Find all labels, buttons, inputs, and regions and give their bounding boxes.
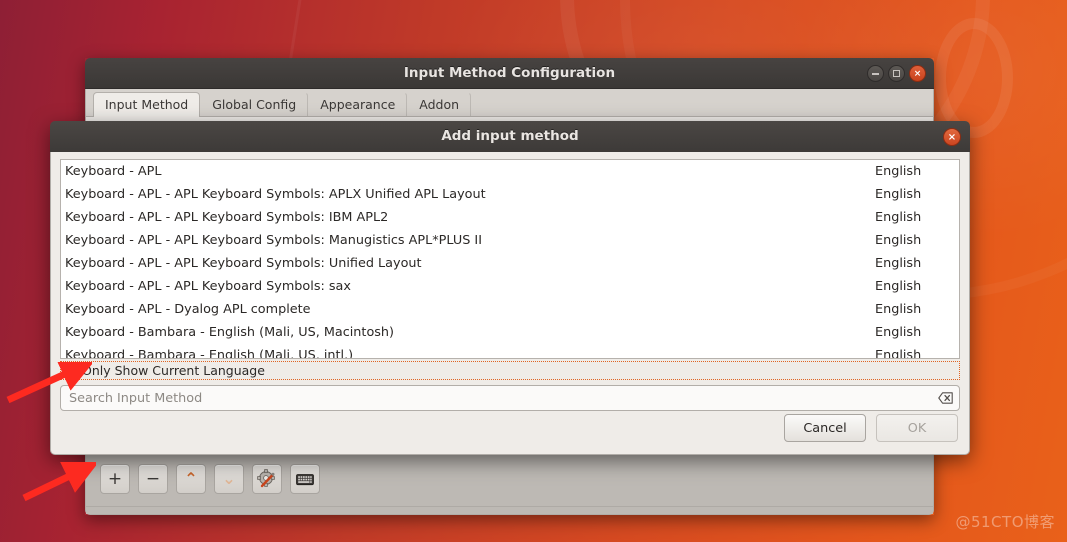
minimize-icon[interactable]	[867, 65, 884, 82]
chevron-down-icon: ⌄	[222, 469, 236, 488]
desktop-wallpaper: Input Method Configuration × Input Metho…	[0, 0, 1067, 542]
tab-appearance[interactable]: Appearance	[308, 92, 408, 116]
list-item[interactable]: Keyboard - APL English	[61, 160, 959, 183]
list-item-language: English	[875, 210, 922, 225]
add-input-method-button[interactable]: +	[100, 464, 130, 494]
cancel-button[interactable]: Cancel	[784, 414, 866, 442]
maximize-icon[interactable]	[888, 65, 905, 82]
list-item-name: Keyboard - APL	[65, 164, 162, 179]
dialog-title: Add input method	[441, 128, 579, 144]
wallpaper-swoosh	[935, 18, 1013, 138]
search-input[interactable]	[69, 390, 935, 406]
list-item-name: Keyboard - Bambara - English (Mali, US, …	[65, 348, 354, 359]
list-item-name: Keyboard - APL - APL Keyboard Symbols: s…	[65, 279, 351, 294]
only-show-current-language-label: Only Show Current Language	[82, 363, 265, 378]
chevron-up-icon: ⌃	[184, 469, 198, 488]
watermark: @51CTO博客	[955, 513, 1055, 531]
dialog-button-row: Cancel OK	[784, 414, 958, 442]
tab-addon[interactable]: Addon	[407, 92, 472, 116]
list-item[interactable]: Keyboard - Bambara - English (Mali, US, …	[61, 344, 959, 359]
list-item-language: English	[875, 187, 922, 202]
window-controls: ×	[867, 65, 926, 82]
list-item[interactable]: Keyboard - APL - APL Keyboard Symbols: M…	[61, 229, 959, 252]
tab-global-config[interactable]: Global Config	[200, 92, 309, 116]
keyboard-layout-button[interactable]	[290, 464, 320, 494]
tab-bar: Input Method Global Config Appearance Ad…	[86, 89, 933, 117]
list-item[interactable]: Keyboard - APL - APL Keyboard Symbols: U…	[61, 252, 959, 275]
list-item-language: English	[875, 233, 922, 248]
main-window-title: Input Method Configuration	[403, 65, 616, 81]
minus-icon: −	[145, 468, 161, 489]
keyboard-icon	[296, 473, 314, 485]
list-item[interactable]: Keyboard - APL - Dyalog APL complete Eng…	[61, 298, 959, 321]
list-item-language: English	[875, 325, 922, 340]
backspace-glyph	[937, 392, 953, 404]
remove-input-method-button[interactable]: −	[138, 464, 168, 494]
dialog-body: Keyboard - APL English Keyboard - APL - …	[50, 152, 970, 455]
list-item-name: Keyboard - APL - APL Keyboard Symbols: A…	[65, 187, 486, 202]
dialog-titlebar[interactable]: Add input method ×	[50, 121, 970, 152]
list-item-name: Keyboard - APL - Dyalog APL complete	[65, 302, 311, 317]
list-item-name: Keyboard - APL - APL Keyboard Symbols: M…	[65, 233, 482, 248]
gear-icon	[257, 469, 275, 488]
ok-button: OK	[876, 414, 958, 442]
main-window-titlebar[interactable]: Input Method Configuration ×	[85, 58, 934, 89]
only-show-current-language-checkbox[interactable]	[65, 364, 77, 377]
clear-search-icon[interactable]	[935, 389, 955, 407]
list-item-name: Keyboard - APL - APL Keyboard Symbols: I…	[65, 210, 389, 225]
list-item-language: English	[875, 348, 922, 359]
only-show-current-language-row[interactable]: Only Show Current Language	[60, 361, 960, 380]
list-item[interactable]: Keyboard - APL - APL Keyboard Symbols: A…	[61, 183, 959, 206]
search-field[interactable]	[60, 385, 960, 411]
list-item-language: English	[875, 164, 922, 179]
close-icon[interactable]: ×	[909, 65, 926, 82]
configure-button[interactable]	[252, 464, 282, 494]
list-item[interactable]: Keyboard - APL - APL Keyboard Symbols: s…	[61, 275, 959, 298]
input-method-list[interactable]: Keyboard - APL English Keyboard - APL - …	[60, 159, 960, 359]
list-item-language: English	[875, 302, 922, 317]
list-item-language: English	[875, 279, 922, 294]
plus-icon: +	[107, 468, 123, 489]
list-item-name: Keyboard - APL - APL Keyboard Symbols: U…	[65, 256, 422, 271]
input-method-toolbar: + − ⌃ ⌄	[86, 452, 933, 506]
list-item-name: Keyboard - Bambara - English (Mali, US, …	[65, 325, 395, 340]
list-item[interactable]: Keyboard - Bambara - English (Mali, US, …	[61, 321, 959, 344]
list-item[interactable]: Keyboard - APL - APL Keyboard Symbols: I…	[61, 206, 959, 229]
close-icon[interactable]: ×	[943, 128, 961, 146]
status-strip	[86, 506, 933, 514]
tab-input-method[interactable]: Input Method	[93, 92, 201, 117]
move-up-button[interactable]: ⌃	[176, 464, 206, 494]
move-down-button[interactable]: ⌄	[214, 464, 244, 494]
list-item-language: English	[875, 256, 922, 271]
add-input-method-dialog: Add input method × Keyboard - APL Englis…	[50, 121, 970, 455]
